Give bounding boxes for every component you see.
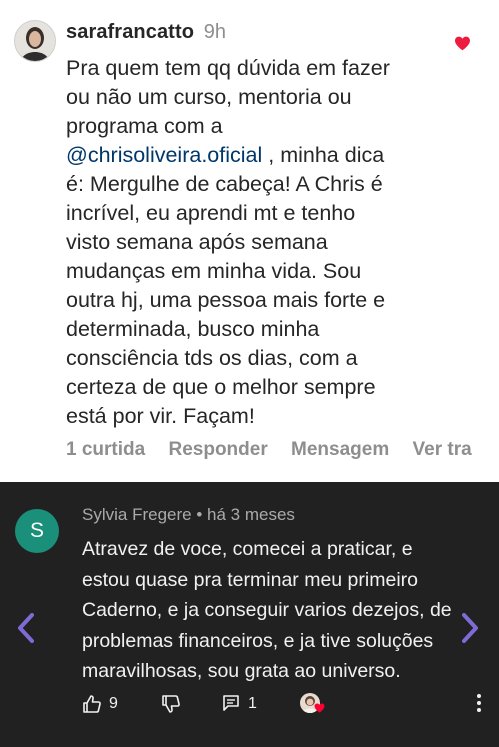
comment-line: outra hj, uma pessoa mais forte e: [66, 286, 496, 315]
instagram-comment: sarafrancatto 9h Pra quem tem qq dúvida …: [0, 0, 499, 482]
text-run: certeza de que o melhor sempre: [66, 375, 376, 399]
more-options-icon[interactable]: [476, 692, 482, 714]
comment-toolbar: 9 1: [82, 692, 492, 716]
comment-line: Pra quem tem qq dúvida em fazer: [66, 54, 496, 83]
see-translation-button[interactable]: Ver tra: [413, 439, 472, 460]
comment-text: Atravez de voce, comecei a praticar, e es…: [82, 534, 472, 687]
chevron-left-icon[interactable]: [16, 612, 36, 644]
comment-line: visto semana após semana: [66, 228, 496, 257]
comment-line: é: Mergulhe de cabeça! A Chris é: [66, 170, 496, 199]
comment-line: estou quase pra terminar meu primeiro: [82, 568, 418, 591]
comment-line: mudanças em minha vida. Sou: [66, 257, 496, 286]
text-run: é: Mergulhe de cabeça! A Chris é: [66, 172, 383, 196]
heart-icon[interactable]: [454, 36, 471, 51]
comment-actions: 1 curtida Responder Mensagem Ver tra: [66, 438, 499, 462]
comment-line: certeza de que o melhor sempre: [66, 373, 496, 402]
comment-time: 9h: [203, 21, 227, 43]
user-avatar[interactable]: [14, 20, 56, 62]
text-run: incrível, eu aprendi mt e tenho: [66, 201, 356, 225]
comment-line: Caderno, e ja conseguir varios dezejos, …: [82, 599, 452, 621]
comment-line: determinada, busco minha: [66, 315, 496, 344]
thumbs-down-icon[interactable]: [161, 694, 181, 714]
comment-line: ou não um curso, mentoria ou: [66, 83, 496, 112]
text-run: consciência tds os dias, com a: [66, 346, 358, 370]
text-run: ou não um curso, mentoria ou: [66, 85, 352, 109]
comment-line: problemas financeiros, e ja tive soluçõe…: [82, 629, 434, 652]
comment-line: maravilhosas, sou grata ao universo.: [82, 660, 401, 682]
thumbs-up-icon[interactable]: [82, 694, 102, 714]
comment-line: está por vir. Façam!: [66, 402, 496, 431]
comment-time: há 3 meses: [207, 505, 295, 524]
separator-dot: •: [196, 505, 203, 524]
text-run: , minha dica: [262, 143, 385, 167]
text-run: está por vir. Façam!: [66, 404, 255, 428]
text-run: determinada, busco minha: [66, 317, 320, 341]
comment-line: @chrisoliveira.oficial , minha dica: [66, 141, 496, 170]
comment-line: Atravez de voce, comecei a praticar, e: [82, 538, 413, 560]
comment-text: Pra quem tem qq dúvida em fazer ou não um…: [66, 54, 496, 431]
message-button[interactable]: Mensagem: [291, 439, 389, 460]
comment-line: incrível, eu aprendi mt e tenho: [66, 199, 496, 228]
author-avatar[interactable]: S: [15, 509, 59, 553]
likes-count[interactable]: 1 curtida: [66, 439, 145, 460]
chevron-right-icon[interactable]: [460, 612, 480, 644]
username[interactable]: sarafrancatto: [66, 21, 194, 43]
text-run: visto semana após semana: [66, 230, 328, 254]
author-name[interactable]: Sylvia Fregere: [82, 505, 192, 524]
text-run: Pra quem tem qq dúvida em fazer: [66, 56, 390, 80]
mention-link[interactable]: @chrisoliveira.oficial: [66, 143, 262, 167]
text-run: mudanças em minha vida. Sou: [66, 259, 362, 283]
reply-icon[interactable]: [222, 694, 240, 712]
creator-heart-icon: [314, 703, 325, 713]
comment-line: programa com a: [66, 112, 496, 141]
comment-header: Sylvia Fregere • há 3 meses: [82, 504, 295, 526]
reply-button[interactable]: Responder: [168, 439, 267, 460]
reply-count: 1: [248, 695, 257, 712]
comment-line: consciência tds os dias, com a: [66, 344, 496, 373]
screenshot-composite: sarafrancatto 9h Pra quem tem qq dúvida …: [0, 0, 499, 747]
youtube-comment: S Sylvia Fregere • há 3 meses Atravez de…: [0, 482, 499, 747]
like-count: 9: [109, 695, 118, 712]
comment-header: sarafrancatto 9h: [66, 20, 226, 44]
text-run: outra hj, uma pessoa mais forte e: [66, 288, 386, 312]
text-run: programa com a: [66, 114, 223, 138]
